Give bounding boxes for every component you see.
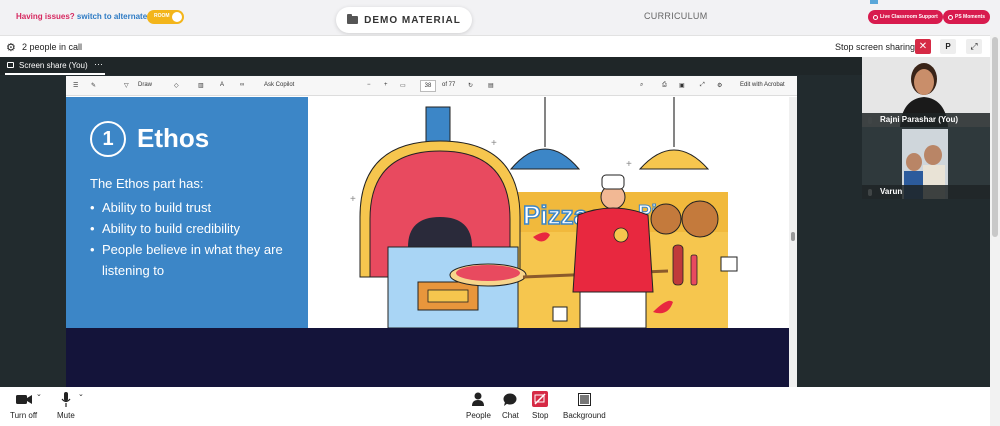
slide-number-badge: 1	[90, 121, 126, 157]
slide-intro: The Ethos part has:	[90, 176, 204, 191]
gear-icon[interactable]: ⚙	[6, 41, 16, 54]
demo-material-label: DEMO MATERIAL	[364, 14, 461, 26]
curriculum-tab[interactable]: CURRICULUM	[644, 11, 708, 21]
page-scroll-thumb[interactable]	[992, 37, 998, 237]
ps-moments-button[interactable]: PS Moments	[943, 10, 991, 24]
two-page-icon[interactable]: ▤	[488, 82, 494, 89]
slide-text-panel: 1 Ethos The Ethos part has: Ability to b…	[66, 97, 308, 328]
bullet-item: Ability to build credibility	[90, 218, 300, 239]
people-label: People	[466, 411, 491, 420]
slide-bottom-band	[66, 328, 789, 387]
pdf-viewer: ☰ ✎ ▽ Draw ◇ ▥ A ∞ Ask Copilot − + ▭ 38 …	[66, 76, 797, 387]
fullscreen-icon[interactable]: ⤢	[700, 82, 705, 89]
pdf-scroll-thumb[interactable]	[791, 232, 795, 241]
p-button[interactable]: P	[940, 39, 956, 54]
page-view-icon[interactable]: ▥	[198, 82, 204, 89]
camera-icon	[15, 394, 32, 404]
video-tile-self[interactable]: Rajni Parashar (You)	[862, 57, 990, 127]
issues-text: Having issues?	[16, 12, 75, 21]
video-tile-varun[interactable]: Varun	[862, 127, 990, 199]
slide-illustration-panel: Pizza Piz	[308, 97, 789, 329]
print-icon[interactable]: ⎙	[662, 82, 667, 89]
stop-share-icon	[532, 391, 549, 407]
eraser-icon[interactable]: ◇	[174, 82, 179, 89]
draw-label[interactable]: Draw	[138, 82, 152, 88]
screen-share-label: Screen share (You)	[19, 61, 88, 70]
call-header: ⚙ 2 people in call Stop screen sharing ✕…	[0, 35, 990, 57]
meeting-stage: Screen share (You) ··· ☰ ✎ ▽ Draw ◇ ▥ A …	[0, 57, 990, 387]
zoom-in-button[interactable]: +	[384, 82, 388, 88]
svg-text:+: +	[350, 194, 356, 205]
slide-bullets: Ability to build trust Ability to build …	[90, 197, 300, 281]
chevron-down-icon[interactable]: ⌄	[78, 390, 84, 398]
page-total: of 77	[442, 82, 456, 88]
participant-name: Varun	[862, 185, 990, 199]
save-icon[interactable]: ▣	[679, 82, 685, 89]
bullet-item: People believe in what they are listenin…	[90, 239, 300, 281]
svg-text:+: +	[491, 138, 497, 149]
live-support-button[interactable]: Live Classroom Support	[868, 10, 943, 24]
stop-sharing-label: Stop screen sharing	[835, 42, 916, 52]
bullet-item: Ability to build trust	[90, 197, 300, 218]
menu-icon[interactable]: ☰	[73, 82, 78, 89]
pdf-scrollbar[interactable]	[789, 97, 797, 387]
stop-share-button[interactable]: Stop	[532, 391, 548, 420]
meeting-controls: Turn off ⌄ Mute ⌄ People Chat Stop Backg…	[0, 387, 990, 426]
demo-material-button[interactable]: DEMO MATERIAL	[336, 7, 472, 33]
edit-acrobat-button[interactable]: Edit with Acrobat	[740, 82, 785, 88]
rotate-icon[interactable]: ↻	[468, 82, 473, 89]
page-scrollbar[interactable]	[990, 35, 1000, 426]
chat-icon	[503, 393, 517, 406]
settings-icon[interactable]: ⚙	[717, 82, 722, 89]
top-indicator	[870, 0, 878, 4]
live-support-label: Live Classroom Support	[880, 14, 938, 20]
zoom-out-button[interactable]: −	[367, 82, 371, 88]
room-toggle[interactable]: ROOM	[147, 10, 184, 24]
text-icon[interactable]: A	[220, 82, 224, 88]
room-toggle-label: ROOM	[154, 13, 170, 19]
toggle-knob	[172, 12, 182, 22]
fit-page-icon[interactable]: ▭	[400, 82, 406, 89]
people-button[interactable]: People	[466, 391, 491, 420]
chat-button[interactable]: Chat	[502, 391, 519, 420]
mute-label: Mute	[57, 411, 75, 420]
pizza-chef-illustration: Pizza Piz	[350, 97, 738, 329]
search-icon[interactable]: ⌕	[640, 82, 643, 89]
screen-share-tab[interactable]: Screen share (You) ···	[0, 57, 862, 75]
chevron-down-icon[interactable]: ⌄	[36, 390, 42, 398]
stop-sharing-button[interactable]: ✕	[915, 39, 931, 54]
info-icon	[948, 14, 953, 20]
info-icon	[873, 14, 878, 20]
highlight-icon[interactable]: ✎	[91, 82, 96, 89]
more-options-icon[interactable]: ···	[94, 59, 103, 69]
page-number-input[interactable]: 38	[420, 80, 436, 92]
ask-copilot-button[interactable]: Ask Copilot	[264, 82, 294, 88]
slide-title: Ethos	[137, 123, 210, 153]
expand-icon[interactable]: ⤢	[966, 39, 982, 54]
svg-text:+: +	[626, 159, 632, 170]
draw-icon[interactable]: ▽	[124, 82, 129, 89]
read-aloud-icon[interactable]: ∞	[240, 82, 244, 88]
people-count: 2 people in call	[22, 42, 83, 52]
ps-moments-label: PS Moments	[955, 14, 986, 20]
person-icon	[472, 392, 485, 406]
mute-button[interactable]: Mute	[57, 391, 75, 420]
monitor-icon	[7, 62, 14, 68]
stop-label: Stop	[532, 411, 549, 420]
tab-underline	[5, 73, 105, 75]
folder-icon	[347, 14, 359, 24]
microphone-icon	[61, 391, 71, 407]
pdf-toolbar: ☰ ✎ ▽ Draw ◇ ▥ A ∞ Ask Copilot − + ▭ 38 …	[66, 76, 797, 96]
chat-label: Chat	[502, 411, 519, 420]
background-button[interactable]: Background	[563, 391, 606, 420]
background-icon	[577, 392, 591, 406]
top-bar: Having issues? switch to alternate room …	[0, 0, 1000, 35]
turn-off-label: Turn off	[10, 411, 38, 420]
camera-button[interactable]: Turn off	[10, 391, 37, 420]
participant-name: Rajni Parashar (You)	[862, 113, 990, 127]
background-label: Background	[563, 411, 606, 420]
